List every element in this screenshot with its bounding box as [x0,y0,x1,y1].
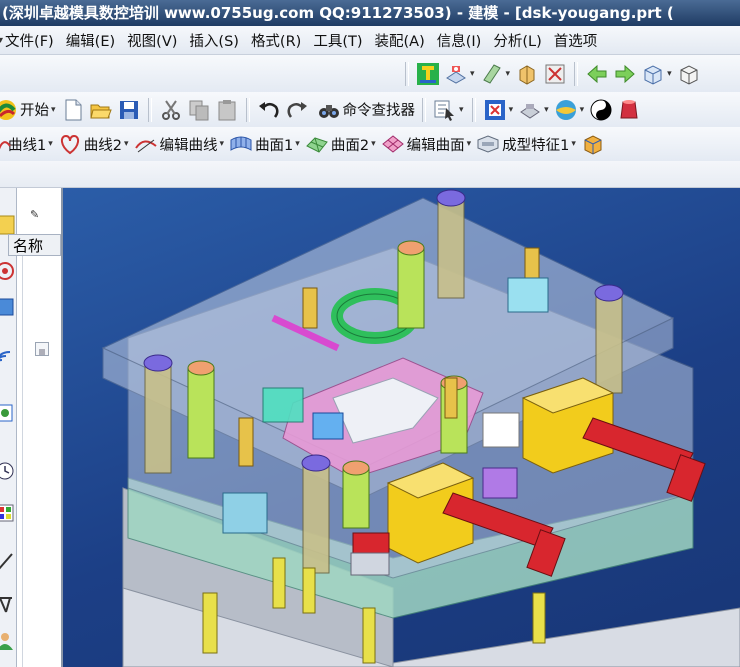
plane-dropdown-icon[interactable]: ▾ [506,69,511,79]
layer-icon[interactable] [444,62,468,86]
undo-icon[interactable] [257,98,281,122]
form-feature-dropdown-icon[interactable]: ▾ [571,139,576,149]
form-feature-icon [476,132,500,156]
resource-bar [0,188,17,667]
edit-surface-icon [381,132,405,156]
snap-icon[interactable] [483,98,507,122]
column-header-name: 名称 [13,237,44,255]
menu-preferences[interactable]: 首选项 [550,30,606,51]
box-icon[interactable] [515,62,539,86]
toolbar-separator [574,61,579,86]
roles-icon[interactable] [0,550,16,572]
yin-yang-icon[interactable] [589,98,613,122]
pin-icon[interactable]: ✎ [30,208,39,221]
start-dropdown-icon[interactable]: ▾ [51,105,56,115]
navigator-column-header[interactable]: 名称 [8,234,61,256]
web-browser-icon[interactable] [0,346,16,368]
toolbar-mold: ▾ ▾ ▾ [0,55,740,93]
curve2-dropdown-icon[interactable]: ▾ [124,139,129,149]
render-dropdown-icon[interactable]: ▾ [544,105,549,115]
palette-icon[interactable] [0,502,16,524]
select-dropdown-icon[interactable]: ▾ [459,105,464,115]
layer-dropdown-icon[interactable]: ▾ [470,69,475,79]
start-button[interactable]: 开始 [20,99,49,120]
surface1-button[interactable]: 曲面1 [255,134,293,155]
surface1-dropdown-icon[interactable]: ▾ [295,139,300,149]
view-cube-alt-icon[interactable] [677,62,701,86]
window-title: (深圳卓越模具数控培训 www.0755ug.com QQ:911273503)… [2,4,674,22]
toolbar-separator [422,97,427,122]
toolbar-empty [0,161,740,188]
edit-curve-dropdown-icon[interactable]: ▾ [220,139,225,149]
select-filter-icon[interactable] [433,98,457,122]
constraint-navigator-icon[interactable] [0,260,16,282]
render-icon[interactable] [518,98,542,122]
curve1-dropdown-icon[interactable]: ▾ [48,139,53,149]
menu-tools[interactable]: 工具(T) [309,30,370,51]
plane-icon[interactable] [480,62,504,86]
window-title-bar[interactable]: (深圳卓越模具数控培训 www.0755ug.com QQ:911273503)… [0,0,740,26]
toolbar-standard: 开始 ▾ 命令查找器 ▾ ▾ ▾ ▾ [0,92,740,128]
mold-assembly-model[interactable] [63,188,740,667]
shade-dropdown-icon[interactable]: ▾ [580,105,585,115]
open-folder-icon[interactable] [89,98,113,122]
surface2-icon [305,132,329,156]
assembly-navigator-icon[interactable] [0,214,16,236]
mold-wizard-icon[interactable] [416,62,440,86]
menu-edit[interactable]: 编辑(E) [62,30,123,51]
new-file-icon[interactable] [61,98,85,122]
navigator-divider [22,256,23,667]
x-fit-icon[interactable] [543,62,567,86]
redo-icon[interactable] [285,98,309,122]
copy-icon[interactable] [187,98,211,122]
system-materials-icon[interactable] [0,592,16,614]
menu-file[interactable]: 文件(F) [1,30,62,51]
snap-dropdown-icon[interactable]: ▾ [509,105,514,115]
command-finder-button[interactable]: 命令查找器 [343,99,416,120]
next-icon[interactable] [613,62,637,86]
edit-curve-icon [134,132,158,156]
paste-icon[interactable] [215,98,239,122]
start-icon [0,98,18,122]
curve1-icon [0,132,11,156]
toolbar-separator [147,97,152,122]
binoculars-icon[interactable] [317,98,341,122]
menu-insert[interactable]: 插入(S) [185,30,247,51]
toolbar-separator [245,97,250,122]
user-role-icon[interactable] [0,630,16,652]
view-dropdown-icon[interactable]: ▾ [667,69,672,79]
toolbar-separator [405,61,409,86]
part-navigator-panel [17,188,63,667]
prev-icon[interactable] [585,62,609,86]
clock-icon[interactable] [0,460,16,482]
shade-icon[interactable] [554,98,578,122]
menu-format[interactable]: 格式(R) [247,30,309,51]
navigator-tree-node-icon[interactable] [35,342,49,356]
cut-icon[interactable] [159,98,183,122]
form-feature-button[interactable]: 成型特征1 [502,134,569,155]
graphics-viewport[interactable] [63,188,740,667]
surface2-button[interactable]: 曲面2 [331,134,369,155]
cube-icon[interactable] [581,132,605,156]
edit-curve-button[interactable]: 编辑曲线 [160,134,218,155]
surface2-dropdown-icon[interactable]: ▾ [371,139,376,149]
curve2-icon [58,132,82,156]
edit-surface-dropdown-icon[interactable]: ▾ [467,139,472,149]
curve2-button[interactable]: 曲线2 [84,134,122,155]
history-icon[interactable] [0,402,16,424]
save-icon[interactable] [117,98,141,122]
menu-assembly[interactable]: 装配(A) [371,30,433,51]
edit-surface-button[interactable]: 编辑曲面 [407,134,465,155]
material-icon[interactable] [617,98,641,122]
view-cube-icon[interactable] [641,62,665,86]
menu-view[interactable]: 视图(V) [123,30,185,51]
part-navigator-icon[interactable] [0,296,16,318]
toolbar-separator [471,97,476,122]
menu-bar: ▾ 文件(F) 编辑(E) 视图(V) 插入(S) 格式(R) 工具(T) 装配… [0,26,740,55]
toolbar-surface: 曲线1 ▾ 曲线2 ▾ 编辑曲线 ▾ 曲面1 ▾ 曲面2 ▾ 编辑曲面 ▾ 成型… [0,127,740,162]
menu-analysis[interactable]: 分析(L) [489,30,549,51]
surface1-icon [229,132,253,156]
menu-information[interactable]: 信息(I) [433,30,490,51]
